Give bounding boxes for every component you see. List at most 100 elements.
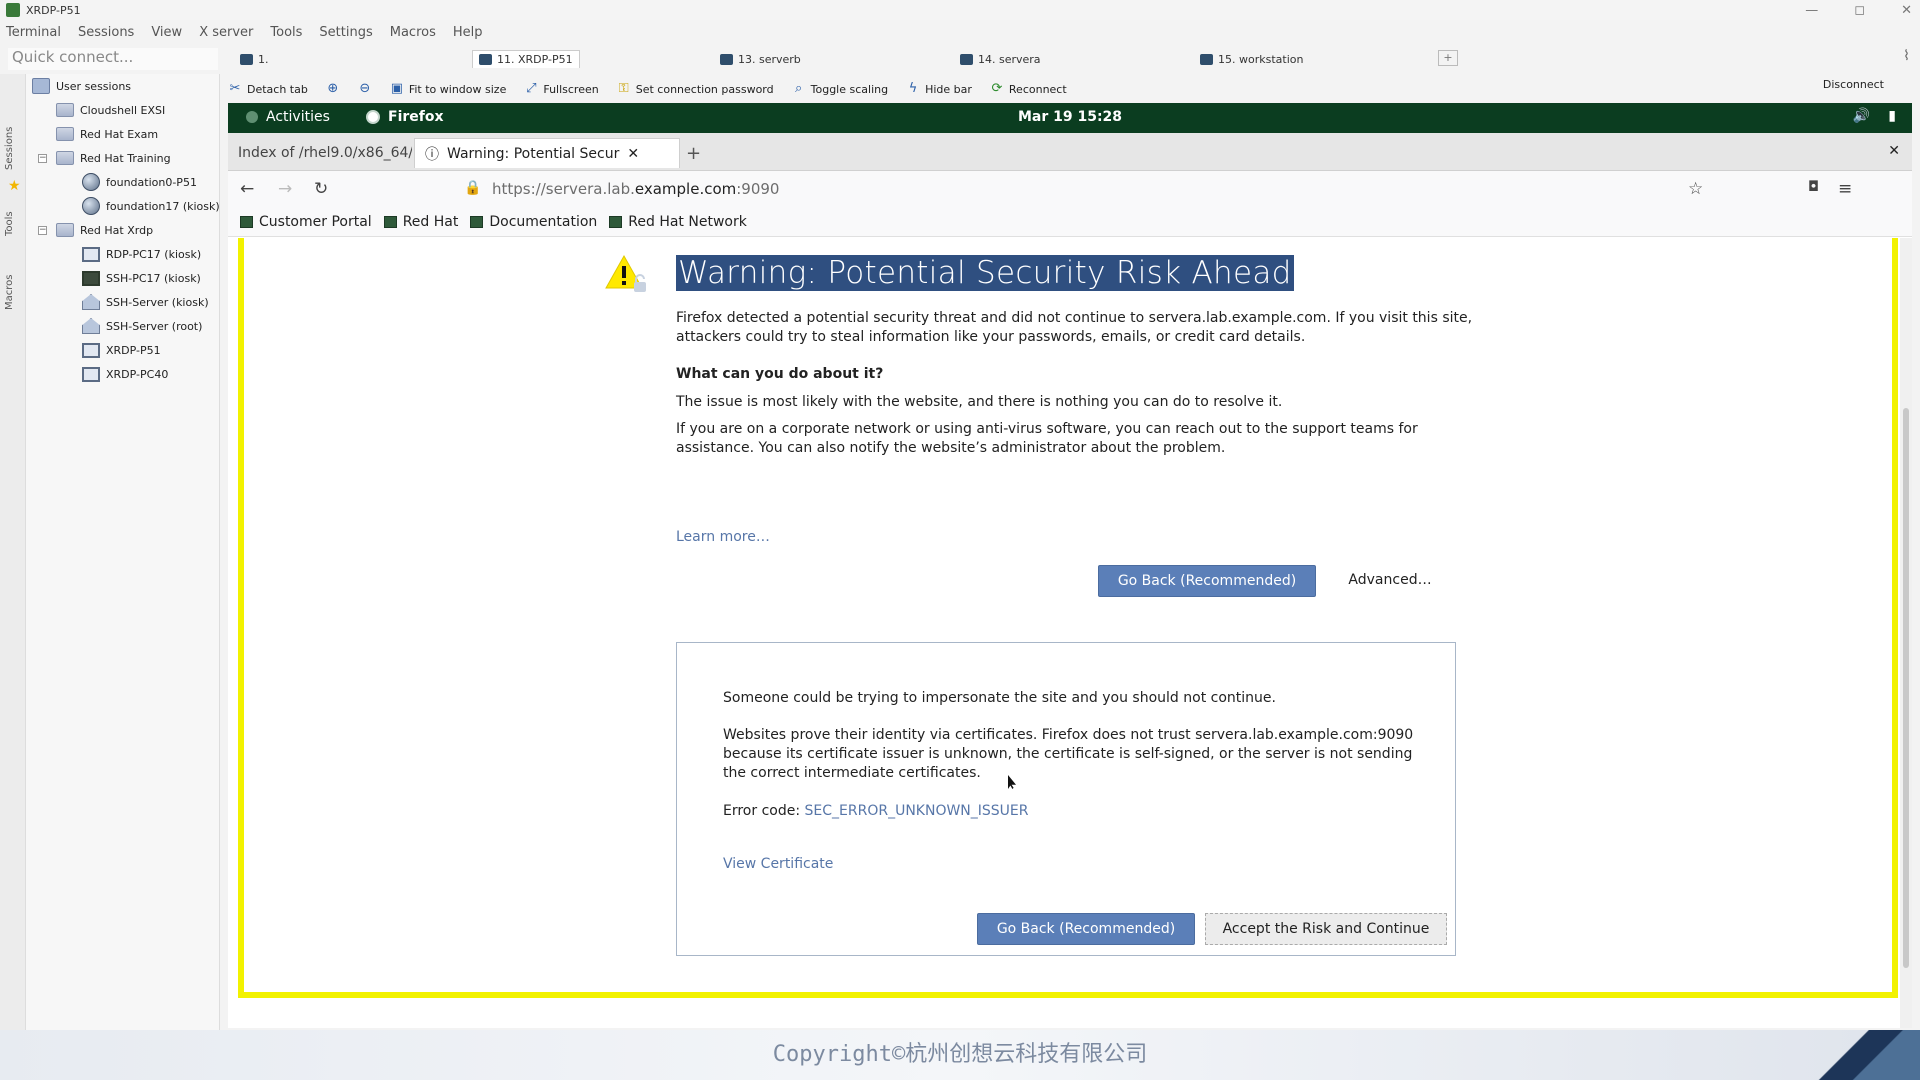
disconnect-button[interactable]: Disconnect xyxy=(1823,78,1884,91)
error-code-link[interactable]: SEC_ERROR_UNKNOWN_ISSUER xyxy=(805,803,1029,819)
go-back-button[interactable]: Go Back (Recommended) xyxy=(1098,565,1316,597)
tree-item[interactable]: foundation0-P51 xyxy=(82,172,197,192)
menu-help[interactable]: Help xyxy=(453,25,483,40)
collapse-icon[interactable]: − xyxy=(38,154,47,163)
scrollbar-thumb[interactable] xyxy=(1903,408,1909,968)
tree-root[interactable]: User sessions xyxy=(32,76,131,96)
pocket-icon[interactable]: ◘ xyxy=(1808,179,1819,195)
browser-tab-title: Warning: Potential Secur xyxy=(447,145,620,162)
go-back-button-advanced[interactable]: Go Back (Recommended) xyxy=(977,913,1195,945)
menu-tools[interactable]: Tools xyxy=(270,25,302,40)
advanced-button[interactable]: Advanced… xyxy=(1340,565,1440,597)
session-tab-row: 1. 11. XRDP-P51 13. serverb 14. servera … xyxy=(228,48,1920,70)
hide-bar-button[interactable]: ϟ Hide bar xyxy=(906,82,972,96)
new-tab-button[interactable]: + xyxy=(1438,50,1458,66)
clock[interactable]: Mar 19 15:28 xyxy=(228,109,1912,125)
session-tab[interactable]: 14. servera xyxy=(960,50,1041,68)
fit-window-button[interactable]: ▣ Fit to window size xyxy=(390,82,507,96)
learn-more-link[interactable]: Learn more… xyxy=(676,529,770,545)
globe-icon xyxy=(960,53,973,65)
close-window-icon[interactable]: ✕ xyxy=(1888,143,1900,159)
collapse-icon[interactable]: − xyxy=(38,226,47,235)
accept-risk-button[interactable]: Accept the Risk and Continue xyxy=(1205,913,1447,945)
tree-label: foundation0-P51 xyxy=(106,175,197,189)
session-tab-label: 1. xyxy=(258,52,269,66)
tree-item[interactable]: Red Hat Training xyxy=(56,148,171,168)
key-icon: ⚿ xyxy=(618,81,629,96)
close-tab-icon[interactable]: ✕ xyxy=(627,146,639,162)
zoom-in-button[interactable]: ⊕ xyxy=(326,82,340,96)
forward-button[interactable]: → xyxy=(278,179,292,199)
fullscreen-button[interactable]: ⤢ Fullscreen xyxy=(524,82,599,96)
volume-icon[interactable]: 🔊 xyxy=(1853,108,1870,124)
folder-icon xyxy=(56,127,74,141)
quick-connect-input[interactable]: Quick connect... xyxy=(8,48,218,70)
detach-tab-button[interactable]: ✂ Detach tab xyxy=(228,82,308,96)
reconnect-button[interactable]: ⟳ Reconnect xyxy=(990,82,1066,96)
tree-item[interactable]: XRDP-P51 xyxy=(82,340,161,360)
tree-item[interactable]: Red Hat Exam xyxy=(56,124,158,144)
side-tab-sessions[interactable]: Sessions xyxy=(4,127,15,170)
star-icon[interactable]: ★ xyxy=(8,178,21,194)
url-bar[interactable]: https://servera.lab.example.com:9090 xyxy=(492,180,779,198)
session-tab-label: 13. serverb xyxy=(738,52,801,66)
menu-terminal[interactable]: Terminal xyxy=(6,25,61,40)
tree-item[interactable]: SSH-Server (kiosk) xyxy=(82,292,209,312)
info-icon: ⓘ xyxy=(425,146,439,163)
error-code-label: Error code: xyxy=(723,803,805,819)
view-certificate-link[interactable]: View Certificate xyxy=(723,855,1423,874)
lock-warning-icon[interactable]: 🔒 xyxy=(464,180,481,196)
minimize-button[interactable]: — xyxy=(1805,3,1818,18)
tree-label: SSH-Server (kiosk) xyxy=(106,295,209,309)
redhat-icon xyxy=(240,215,253,228)
zoom-out-button[interactable]: ⊖ xyxy=(358,82,372,96)
back-button[interactable]: ← xyxy=(240,179,254,199)
paperclip-icon[interactable]: ⌇ xyxy=(1903,48,1910,64)
browser-tab-active[interactable]: ⓘ Warning: Potential Secur ✕ xyxy=(414,138,680,168)
bookmark-red-hat[interactable]: Red Hat xyxy=(383,214,458,230)
session-tab-active[interactable]: 11. XRDP-P51 xyxy=(472,50,580,68)
menu-icon[interactable]: ≡ xyxy=(1838,179,1852,199)
new-browser-tab-button[interactable]: + xyxy=(686,143,701,164)
session-tab-label: 15. workstation xyxy=(1218,52,1304,66)
side-tab-tools[interactable]: Tools xyxy=(4,211,15,236)
remote-desktop[interactable]: Activities Firefox Mar 19 15:28 🔊 ▮ Inde… xyxy=(228,103,1912,1028)
tree-item[interactable]: Red Hat Xrdp xyxy=(56,220,153,240)
menu-view[interactable]: View xyxy=(151,25,182,40)
session-tab[interactable]: 1. xyxy=(240,50,269,68)
tree-item[interactable]: foundation17 (kiosk) xyxy=(82,196,220,216)
close-button[interactable]: ✕ xyxy=(1901,3,1912,18)
browser-tab[interactable]: Index of /rhel9.0/x86_64/rhe ✕ xyxy=(228,138,412,168)
tree-item[interactable]: SSH-Server (root) xyxy=(82,316,202,336)
set-password-button[interactable]: ⚿ Set connection password xyxy=(617,82,774,96)
url-domain: example.com xyxy=(634,180,737,198)
session-tab[interactable]: 15. workstation xyxy=(1200,50,1303,68)
bookmark-customer-portal[interactable]: Customer Portal xyxy=(240,214,372,230)
session-toolbar: ✂ Detach tab ⊕ ⊖ ▣ Fit to window size ⤢ Ful… xyxy=(228,78,1067,100)
menu-x-server[interactable]: X server xyxy=(199,25,253,40)
globe-icon xyxy=(720,53,733,65)
tree-item[interactable]: Cloudshell EXSI xyxy=(56,100,165,120)
bookmark-red-hat-network[interactable]: Red Hat Network xyxy=(609,214,747,230)
menu-settings[interactable]: Settings xyxy=(319,25,372,40)
window-titlebar: XRDP-P51 — ◻ ✕ xyxy=(0,0,1920,20)
bookmarks-toolbar: Customer Portal Red Hat Documentation Re… xyxy=(228,207,1912,237)
tree-label: XRDP-P51 xyxy=(106,343,161,357)
page-scrollbar[interactable] xyxy=(1900,238,1912,1028)
battery-icon[interactable]: ▮ xyxy=(1888,108,1896,124)
reload-button[interactable]: ↻ xyxy=(314,179,328,199)
tree-item[interactable]: XRDP-PC40 xyxy=(82,364,168,384)
maximize-button[interactable]: ◻ xyxy=(1854,3,1865,18)
session-tab[interactable]: 13. serverb xyxy=(720,50,801,68)
status-area[interactable]: 🔊 ▮ xyxy=(1853,108,1896,124)
bookmark-star-icon[interactable]: ☆ xyxy=(1688,179,1703,199)
tree-item[interactable]: SSH-PC17 (kiosk) xyxy=(82,268,201,288)
menu-sessions[interactable]: Sessions xyxy=(78,25,134,40)
toggle-scaling-button[interactable]: ⌕ Toggle scaling xyxy=(792,82,888,96)
tree-item[interactable]: RDP-PC17 (kiosk) xyxy=(82,244,201,264)
menu-macros[interactable]: Macros xyxy=(390,25,436,40)
side-tab-macros[interactable]: Macros xyxy=(4,275,15,310)
bookmark-documentation[interactable]: Documentation xyxy=(470,214,597,230)
warning-icon xyxy=(605,254,646,292)
error-page: Warning: Potential Security Risk Ahead F… xyxy=(228,238,1912,1028)
